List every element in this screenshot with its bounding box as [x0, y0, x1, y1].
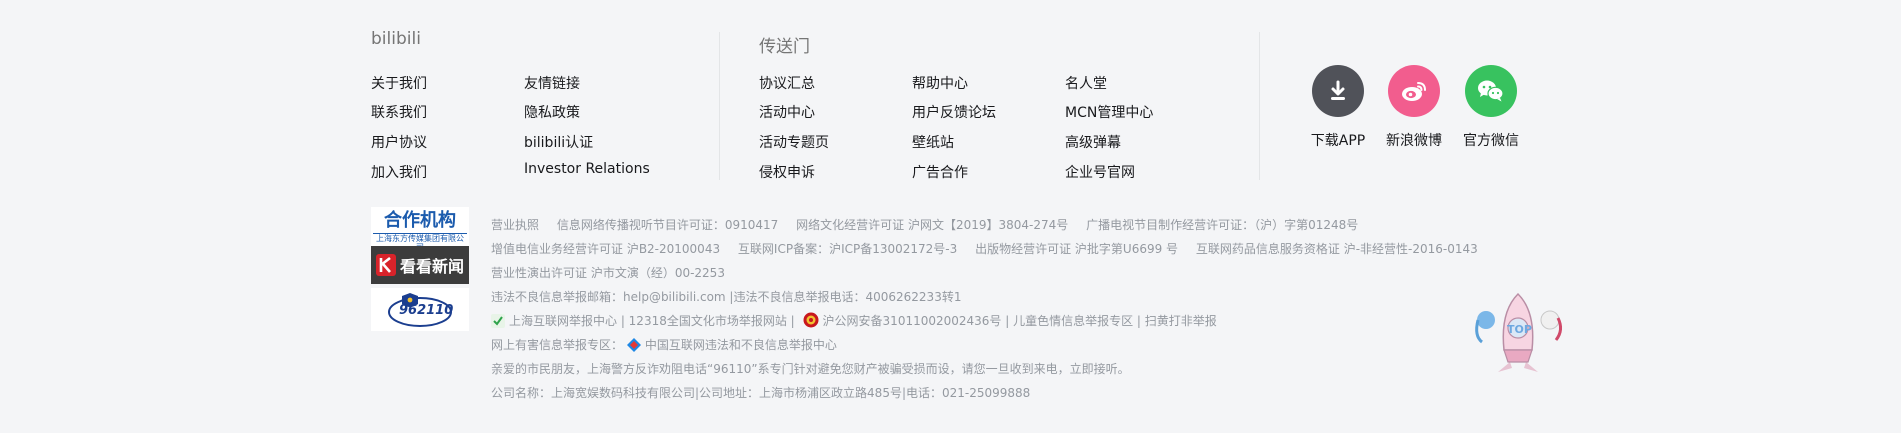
link-investor-relations[interactable]: Investor Relations: [524, 161, 650, 177]
telecom-license[interactable]: 增值电信业务经营许可证 沪B2-20100043: [491, 242, 720, 256]
police-962110-logo[interactable]: 962110: [371, 288, 469, 331]
weibo-label: 新浪微博: [1386, 133, 1442, 149]
anti-fraud-notice: 亲爱的市民朋友，上海警方反诈劝阻电话“96110”系专门针对避免您财产被骗受损而…: [491, 362, 1130, 376]
link-enterprise-site[interactable]: 企业号官网: [1065, 162, 1135, 182]
broadcast-license[interactable]: 广播电视节目制作经营许可证：（沪）字第01248号: [1086, 218, 1358, 232]
wechat-icon: [1465, 65, 1517, 117]
publication-license[interactable]: 出版物经营许可证 沪批字第U6699 号: [975, 242, 1178, 256]
divider-left: [719, 32, 720, 180]
kankan-k-icon: [375, 254, 396, 276]
kankan-news-text: 看看新闻: [399, 257, 464, 276]
kankan-news-logo[interactable]: 看看新闻: [371, 246, 469, 284]
company-info: 公司名称：上海宽娱数码科技有限公司|公司地址：上海市杨浦区政立路485号|电话：…: [491, 386, 1031, 400]
link-activity-topics[interactable]: 活动专题页: [759, 132, 829, 152]
link-wallpaper-site[interactable]: 壁纸站: [912, 132, 954, 152]
report-centers-line: 上海互联网举报中心 | 12318全国文化市场举报网站 | 沪公网安备31011…: [491, 312, 1217, 329]
shanghai-report-icon: [491, 314, 505, 328]
culture-license[interactable]: 网络文化经营许可证 沪网文【2019】3804-274号: [796, 218, 1068, 232]
top-label: TOP: [1507, 323, 1532, 336]
internet-report-icon: [626, 338, 641, 352]
link-ad-cooperation[interactable]: 广告合作: [912, 162, 968, 182]
link-agreements[interactable]: 协议汇总: [759, 73, 815, 93]
download-icon: [1312, 65, 1364, 117]
link-feedback-forum[interactable]: 用户反馈论坛: [912, 102, 996, 122]
link-friend-links[interactable]: 友情链接: [524, 73, 580, 93]
report-centers-text[interactable]: 上海互联网举报中心 | 12318全国文化市场举报网站 |: [509, 314, 795, 328]
weibo-button[interactable]: 新浪微博: [1374, 65, 1454, 150]
wechat-label: 官方微信: [1463, 133, 1519, 149]
police-number: 962110: [399, 303, 454, 318]
wechat-button[interactable]: 官方微信: [1451, 65, 1531, 150]
license-line-2: 增值电信业务经营许可证 沪B2-20100043 互联网ICP备案：沪ICP备1…: [491, 240, 1478, 257]
link-hall-of-fame[interactable]: 名人堂: [1065, 73, 1107, 93]
link-bilibili-certification[interactable]: bilibili认证: [524, 132, 593, 152]
business-license-link[interactable]: 营业执照: [491, 218, 539, 232]
download-app-button[interactable]: 下载APP: [1298, 65, 1378, 150]
link-activity-center[interactable]: 活动中心: [759, 102, 815, 122]
police-emblem-icon: [803, 312, 819, 328]
public-security-record[interactable]: 沪公网安备31011002002436号 | 儿童色情信息举报专区 | 扫黄打非…: [823, 314, 1217, 328]
link-mcn-center[interactable]: MCN管理中心: [1065, 102, 1153, 122]
partner-title: 合作机构: [384, 210, 456, 231]
harmful-info-label: 网上有害信息举报专区：: [491, 338, 624, 352]
weibo-icon: [1388, 65, 1440, 117]
drug-info-license[interactable]: 互联网药品信息服务资格证 沪-非经营性-2016-0143: [1196, 242, 1478, 256]
internet-report-center-link[interactable]: 中国互联网违法和不良信息举报中心: [645, 338, 837, 352]
download-app-label: 下载APP: [1310, 133, 1366, 149]
icp-record[interactable]: 互联网ICP备案：沪ICP备13002172号-3: [738, 242, 957, 256]
link-infringement-appeal[interactable]: 侵权申诉: [759, 162, 815, 182]
license-line-1: 营业执照 信息网络传播视听节目许可证：0910417 网络文化经营许可证 沪网文…: [491, 216, 1358, 233]
brand-heading: bilibili: [371, 29, 421, 49]
link-user-agreement[interactable]: 用户协议: [371, 132, 427, 152]
link-advanced-danmaku[interactable]: 高级弹幕: [1065, 132, 1121, 152]
av-license[interactable]: 信息网络传播视听节目许可证：0910417: [557, 218, 778, 232]
link-help-center[interactable]: 帮助中心: [912, 73, 968, 93]
back-to-top-button[interactable]: TOP: [1470, 290, 1566, 376]
performance-license[interactable]: 营业性演出许可证 沪市文演（经）00-2253: [491, 264, 725, 281]
report-contact-line[interactable]: 违法不良信息举报邮箱：help@bilibili.com |违法不良信息举报电话…: [491, 288, 961, 305]
portal-heading: 传送门: [759, 37, 810, 57]
link-about-us[interactable]: 关于我们: [371, 73, 427, 93]
harmful-info-line: 网上有害信息举报专区： 中国互联网违法和不良信息举报中心: [491, 336, 837, 353]
link-privacy-policy[interactable]: 隐私政策: [524, 102, 580, 122]
partner-logo[interactable]: 合作机构 上海东方传媒集团有限公司: [371, 207, 469, 252]
link-contact-us[interactable]: 联系我们: [371, 102, 427, 122]
divider-right: [1259, 32, 1260, 180]
link-join-us[interactable]: 加入我们: [371, 162, 427, 182]
